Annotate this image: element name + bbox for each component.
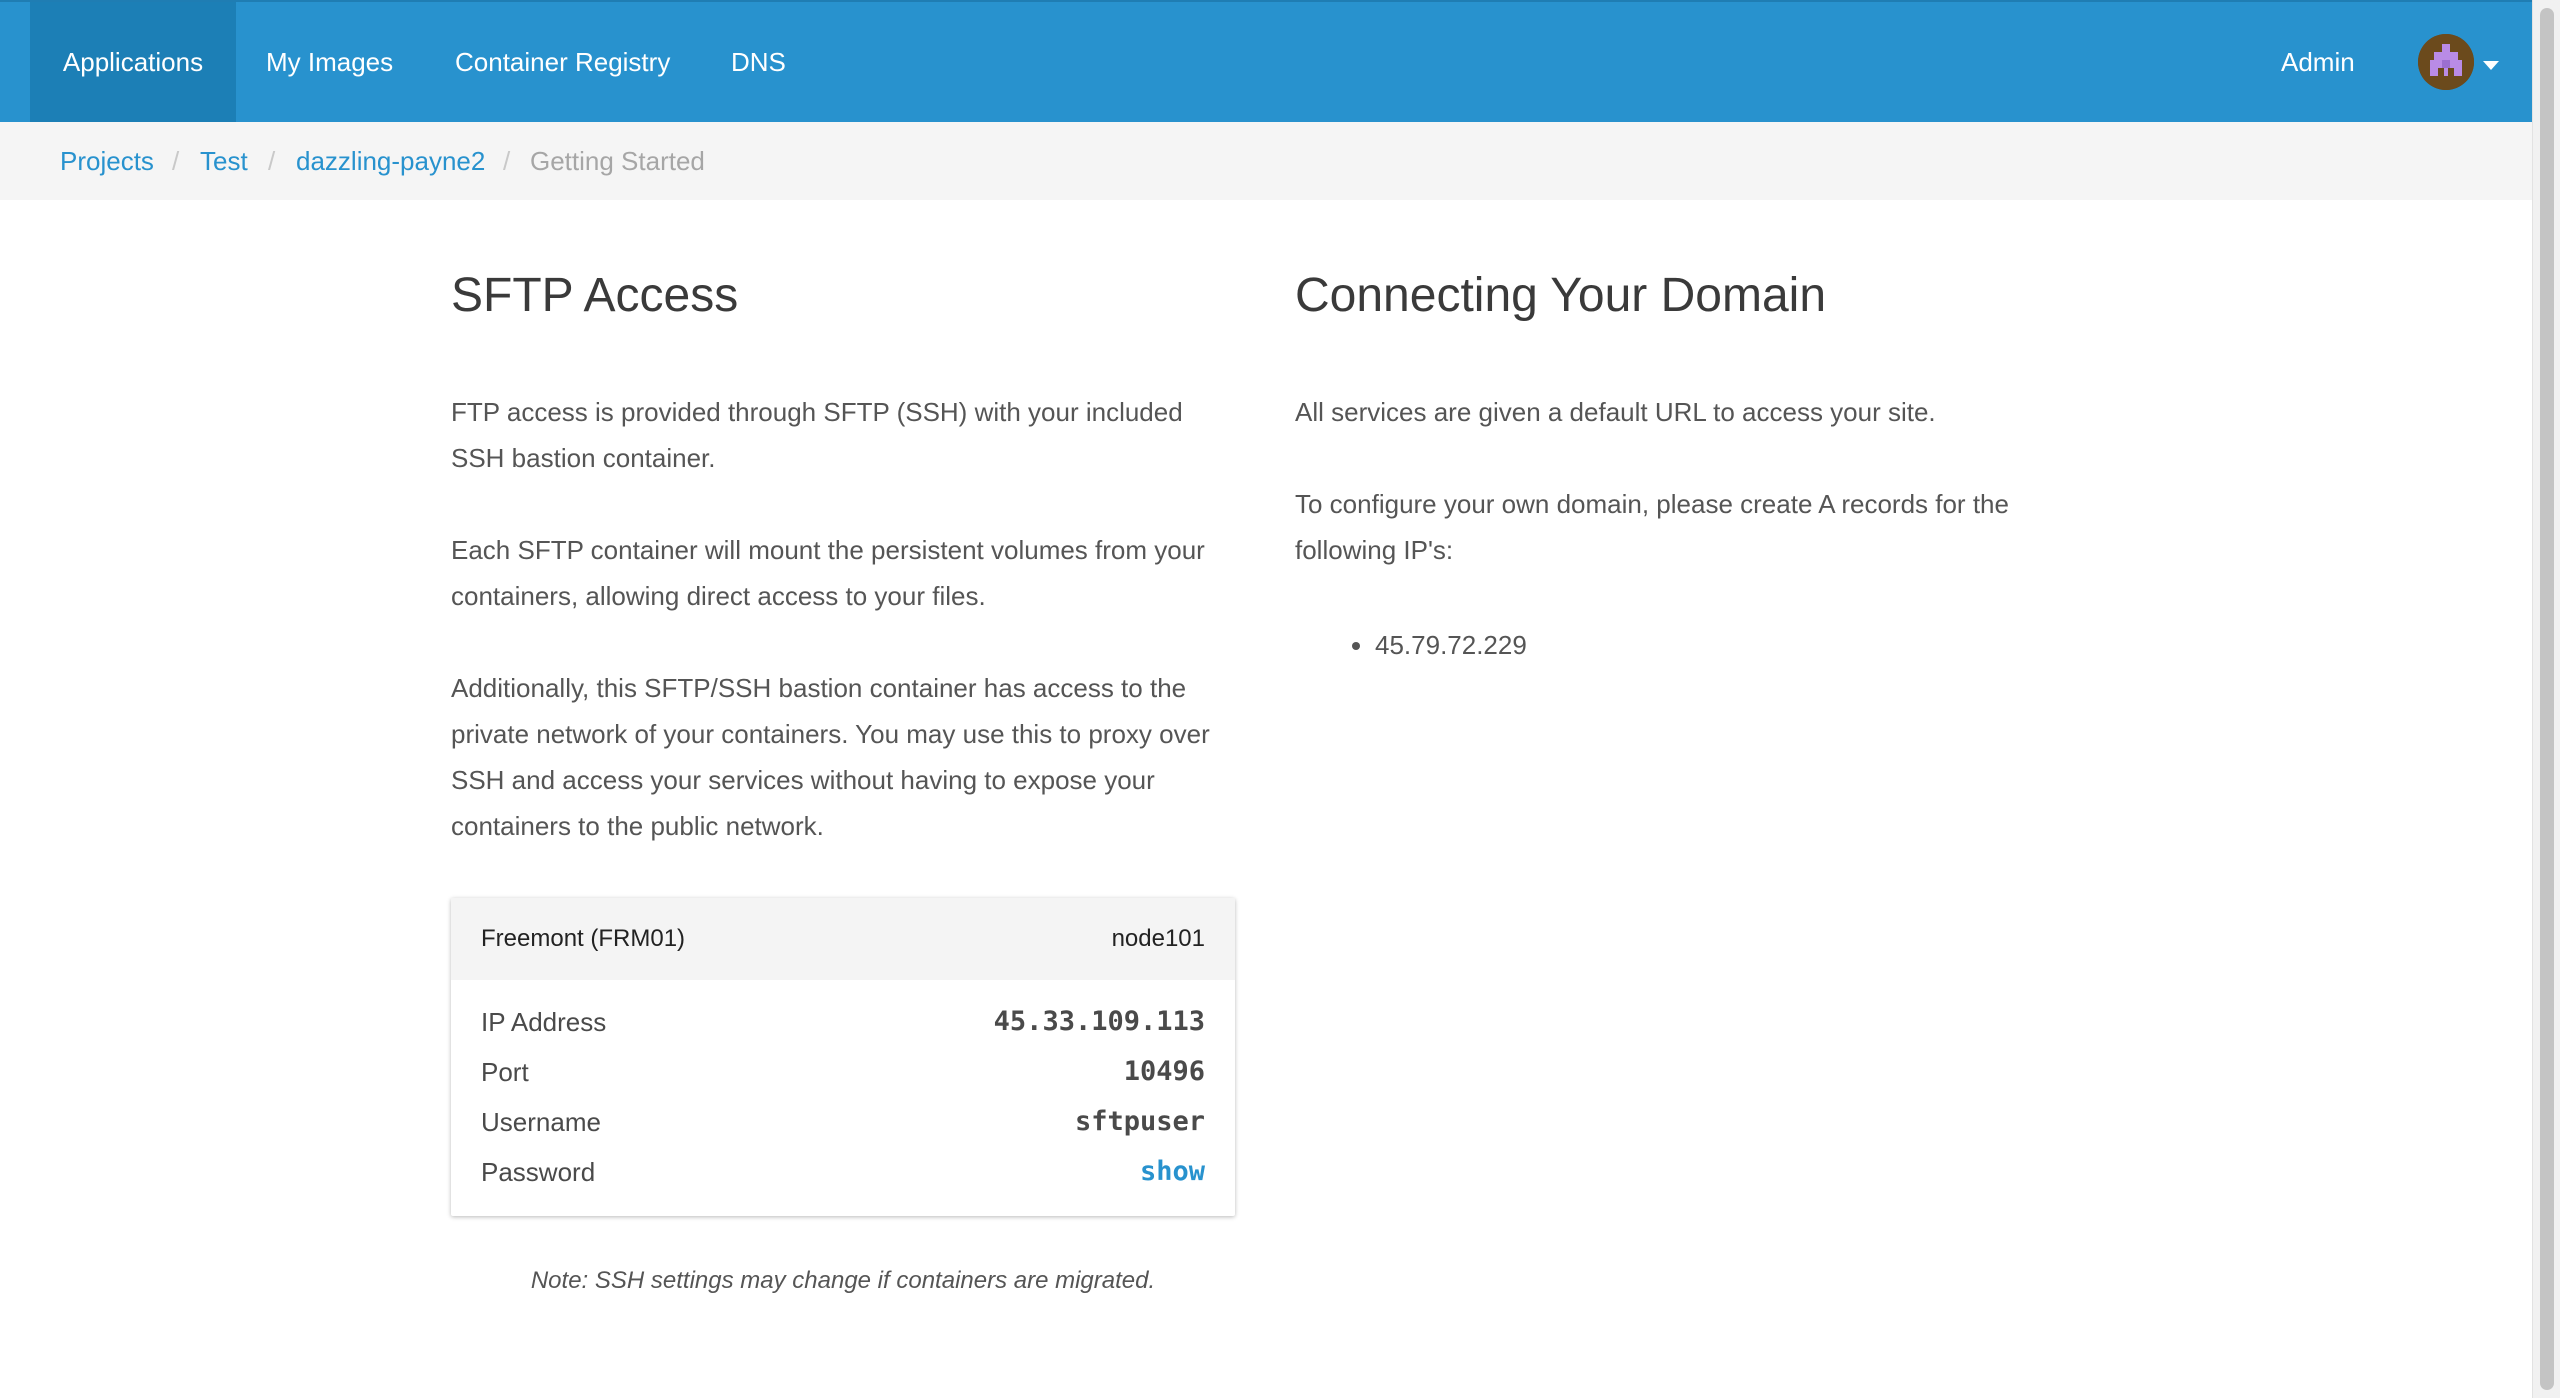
vertical-scrollbar[interactable] <box>2532 0 2560 1398</box>
show-password-link[interactable]: show <box>1140 1147 1205 1197</box>
domain-paragraph: All services are given a default URL to … <box>1295 397 1936 427</box>
region-label: Freemont (FRM01) <box>481 925 686 952</box>
domain-paragraph: To configure your own domain, please cre… <box>1295 489 2009 565</box>
sftp-title: SFTP Access <box>451 269 739 322</box>
breadcrumb-test[interactable]: Test <box>200 122 248 200</box>
pixel-avatar-icon <box>2418 34 2474 90</box>
nav-my-images[interactable]: My Images <box>266 2 393 122</box>
ip-address-value: 45.33.109.113 <box>993 1006 1205 1037</box>
breadcrumb-separator: / <box>172 146 180 176</box>
nav-admin[interactable]: Admin <box>2281 2 2355 122</box>
domain-section: Connecting Your Domain All services are … <box>1295 258 2055 565</box>
username-value: sftpuser <box>1074 1106 1205 1137</box>
ip-address-label: IP Address <box>481 1007 607 1037</box>
scrollbar-thumb[interactable] <box>2540 8 2554 1390</box>
sftp-paragraph: Each SFTP container will mount the persi… <box>451 535 1205 611</box>
domain-ip-list: 45.79.72.229 <box>1295 622 1527 668</box>
ssh-settings-note: Note: SSH settings may change if contain… <box>530 1267 1156 1294</box>
port-value: 10496 <box>1123 1056 1205 1087</box>
breadcrumb-separator: / <box>268 146 276 176</box>
top-navbar: Applications My Images Container Registr… <box>0 0 2532 122</box>
node-label: node101 <box>1111 925 1205 952</box>
ip-list-item: 45.79.72.229 <box>1375 622 1527 668</box>
nav-container-registry[interactable]: Container Registry <box>455 2 670 122</box>
nav-dns[interactable]: DNS <box>731 2 786 122</box>
port-label: Port <box>481 1057 529 1087</box>
sftp-section: SFTP Access FTP access is provided throu… <box>451 258 1235 841</box>
ip-address-row: IP Address 45.33.109.113 <box>481 997 1205 1047</box>
breadcrumb: Projects / Test / dazzling-payne2 / Gett… <box>0 122 2532 200</box>
password-label: Password <box>481 1157 596 1187</box>
breadcrumb-separator: / <box>503 146 511 176</box>
breadcrumb-current: Getting Started <box>530 146 705 176</box>
user-avatar-icon[interactable] <box>2418 34 2474 90</box>
breadcrumb-projects[interactable]: Projects <box>60 122 154 200</box>
breadcrumb-project-name[interactable]: dazzling-payne2 <box>296 122 485 200</box>
sftp-connection-card: Freemont (FRM01) node101 IP Address 45.3… <box>451 898 1235 1216</box>
sftp-paragraph: Additionally, this SFTP/SSH bastion cont… <box>451 673 1210 841</box>
domain-title: Connecting Your Domain <box>1295 269 1827 322</box>
caret-down-icon[interactable] <box>2483 61 2499 70</box>
password-row: Password show <box>481 1147 1205 1197</box>
nav-applications[interactable]: Applications <box>30 2 236 122</box>
port-row: Port 10496 <box>481 1047 1205 1097</box>
username-row: Username sftpuser <box>481 1097 1205 1147</box>
sftp-paragraph: FTP access is provided through SFTP (SSH… <box>451 397 1183 473</box>
username-label: Username <box>481 1107 601 1137</box>
card-header: Freemont (FRM01) node101 <box>451 898 1235 980</box>
